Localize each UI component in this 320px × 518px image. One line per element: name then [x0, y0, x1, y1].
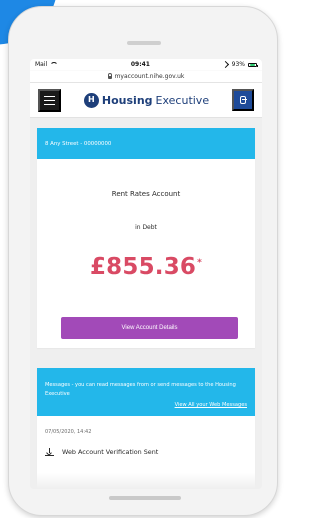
message-title: Web Account Verification Sent [62, 448, 159, 456]
hamburger-menu-icon [44, 103, 55, 105]
messages-description: Messages - you can read messages from or… [45, 382, 236, 397]
phone-screen: Mail 09:41 93% myaccount.nihe.gov.uk H H… [30, 59, 262, 489]
hamburger-menu-icon [44, 95, 55, 97]
home-indicator [109, 496, 181, 500]
account-address-banner: 8 Any Street - 00000000 [37, 128, 255, 159]
account-balance: £855.36* [37, 254, 255, 280]
status-bar: Mail 09:41 93% [30, 59, 262, 71]
messages-card: Messages - you can read messages from or… [37, 368, 255, 488]
account-icon [240, 96, 247, 104]
view-account-details-button[interactable]: View Account Details [61, 317, 238, 339]
view-all-messages-link[interactable]: View All your Web Messages [45, 401, 247, 410]
download-arrow [49, 448, 50, 453]
balance-amount: £855.36 [89, 254, 197, 280]
hamburger-menu-icon [44, 99, 55, 101]
account-title: Rent Rates Account [111, 190, 181, 198]
phone-frame: Mail 09:41 93% myaccount.nihe.gov.uk H H… [8, 6, 278, 516]
account-status: in Debt [135, 224, 157, 231]
location-icon [221, 60, 229, 69]
messages-banner: Messages - you can read messages from or… [37, 368, 255, 416]
housing-executive-logo[interactable]: H Housing Executive [83, 92, 210, 108]
battery-level-fill [249, 64, 255, 66]
status-left: Mail [35, 61, 59, 68]
message-date: 07/05/2020, 14:42 [45, 429, 92, 435]
lock-icon [107, 73, 113, 79]
status-time: 09:41 [130, 61, 150, 68]
url-text: myaccount.nihe.gov.uk [114, 73, 185, 80]
battery-percentage: 93% [231, 61, 245, 68]
download-icon [45, 448, 54, 456]
wifi-icon [50, 62, 59, 67]
app-header: H Housing Executive [30, 83, 262, 118]
logo-strong-text: Housing [101, 93, 153, 107]
address-bar[interactable]: myaccount.nihe.gov.uk [30, 71, 262, 83]
menu-button[interactable] [38, 88, 61, 112]
account-button[interactable] [232, 89, 254, 111]
battery-icon [247, 62, 258, 67]
scroll-fade [30, 473, 262, 489]
rent-account-card: 8 Any Street - 00000000 Rent Rates Accou… [37, 128, 255, 348]
carrier-text: Mail [35, 61, 48, 68]
download-base [45, 455, 54, 456]
message-item[interactable]: Web Account Verification Sent [45, 448, 158, 456]
logo-mark: H [83, 92, 99, 108]
balance-note-mark: * [197, 258, 203, 269]
logo-light-text: Executive [155, 93, 210, 107]
status-right: 93% [221, 60, 258, 69]
account-address: 8 Any Street - 00000000 [45, 140, 112, 147]
phone-speaker [127, 41, 161, 45]
